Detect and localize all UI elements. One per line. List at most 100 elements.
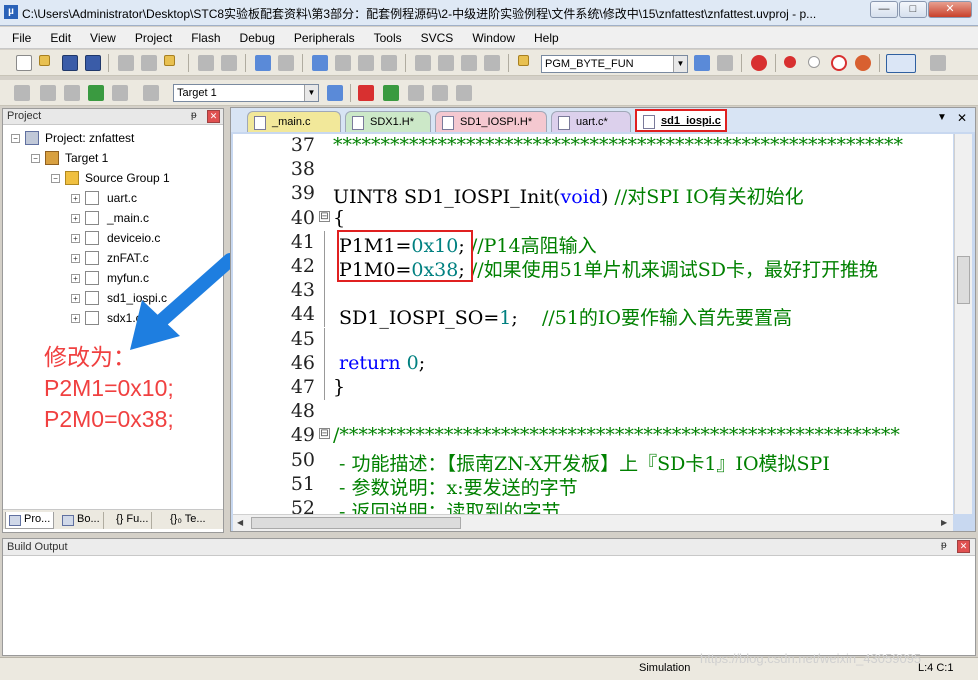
build-output-text[interactable] [3, 557, 975, 655]
comment-icon[interactable] [461, 55, 477, 71]
tab-functions[interactable]: {} Fu... [110, 512, 153, 529]
menu-peripherals[interactable]: Peripherals [282, 27, 362, 45]
tab-project[interactable]: Pro... [5, 512, 55, 529]
window-layout-icon[interactable] [886, 54, 916, 73]
fold-toggle-icon[interactable]: ⊟ [319, 210, 330, 222]
manage-run-time-icon[interactable] [408, 85, 424, 101]
redo-icon[interactable] [221, 55, 237, 71]
find-in-files-icon[interactable] [518, 55, 529, 66]
scroll-right-icon[interactable]: ▶ [941, 518, 947, 527]
maximize-button[interactable]: □ [899, 1, 927, 18]
code-line[interactable]: 45 [233, 327, 953, 352]
tree-target[interactable]: Target 1 [65, 151, 108, 165]
expand-icon[interactable]: + [71, 214, 80, 223]
code-line[interactable]: 43 [233, 279, 953, 304]
pin-icon[interactable]: ᵽ [191, 110, 197, 121]
undo-icon[interactable] [198, 55, 214, 71]
download-icon[interactable] [143, 85, 159, 101]
scroll-thumb[interactable] [957, 256, 970, 304]
collapse-icon[interactable]: − [51, 174, 60, 183]
expand-icon[interactable]: + [71, 194, 80, 203]
expand-icon[interactable]: + [71, 294, 80, 303]
close-tab-icon[interactable]: ✕ [957, 111, 967, 125]
chevron-down-icon[interactable]: ▼ [673, 56, 687, 72]
disable-breakpoint-icon[interactable] [808, 56, 820, 68]
uncomment-icon[interactable] [484, 55, 500, 71]
code-line[interactable]: 48 [233, 400, 953, 424]
pack-installer-icon[interactable] [456, 85, 472, 101]
prev-bookmark-icon[interactable] [335, 55, 351, 71]
editor-vertical-scrollbar[interactable] [954, 134, 972, 514]
collapse-icon[interactable]: − [11, 134, 20, 143]
save-icon[interactable] [62, 55, 78, 71]
code-line[interactable]: 51 - 参数说明：x:要发送的字节 [233, 473, 953, 499]
debug-session-icon[interactable] [751, 55, 767, 71]
indent-icon[interactable] [415, 55, 431, 71]
code-line[interactable]: 37 **************************************… [233, 134, 953, 158]
target-combo[interactable]: Target 1 ▼ [173, 84, 319, 102]
manage-components-icon[interactable] [358, 85, 374, 101]
clear-bookmarks-icon[interactable] [381, 55, 397, 71]
nav-forward-icon[interactable] [278, 55, 294, 71]
editor-horizontal-scrollbar[interactable]: ◀ ▶ [233, 514, 953, 531]
minimize-button[interactable]: — [870, 1, 898, 18]
enable-all-breakpoints-icon[interactable] [855, 55, 871, 71]
open-file-icon[interactable] [39, 55, 50, 66]
file-tab[interactable]: _main.c [247, 111, 341, 132]
close-icon[interactable]: ✕ [207, 110, 220, 123]
select-packs-icon[interactable] [383, 85, 399, 101]
nav-back-icon[interactable] [255, 55, 271, 71]
pin-icon[interactable]: ᵽ [941, 540, 947, 551]
code-line[interactable]: 44 SD1_IOSPI_SO=1; //51的IO要作输入首先要置高 [233, 303, 953, 329]
code-line[interactable]: 39 UINT8 SD1_IOSPI_Init(void) //对SPI IO有关… [233, 182, 953, 208]
scroll-left-icon[interactable]: ◀ [237, 518, 243, 527]
bookmark-icon[interactable] [312, 55, 328, 71]
batch-build-icon[interactable] [88, 85, 104, 101]
scroll-thumb[interactable] [251, 517, 461, 529]
menu-help[interactable]: Help [522, 27, 566, 45]
close-button[interactable]: ✕ [928, 1, 972, 18]
save-all-icon[interactable] [85, 55, 101, 71]
menu-edit[interactable]: Edit [38, 27, 78, 45]
target-options-icon[interactable] [327, 85, 343, 101]
cut-icon[interactable] [118, 55, 134, 71]
find-combo[interactable]: PGM_BYTE_FUN ▼ [541, 55, 688, 73]
menu-window[interactable]: Window [460, 27, 522, 45]
chevron-down-icon[interactable]: ▼ [304, 85, 318, 101]
code-line[interactable]: 47} [233, 376, 953, 400]
code-line[interactable]: 50 - 功能描述：【振南ZN-X开发板】上『SD卡1』IO模拟SPI [233, 449, 953, 475]
file-tab[interactable]: SDX1.H* [345, 111, 431, 132]
tab-books[interactable]: Bo... [59, 512, 104, 529]
incremental-find-icon[interactable] [694, 55, 710, 71]
fold-toggle-icon[interactable]: ⊟ [319, 428, 330, 440]
rte-icon[interactable] [432, 85, 448, 101]
expand-icon[interactable]: + [71, 314, 80, 323]
file-tab[interactable]: sd1_iospi.c [635, 109, 727, 132]
tree-project[interactable]: Project: znfattest [45, 131, 134, 145]
tab-templates[interactable]: {}₀ Te... [164, 512, 209, 529]
translate-icon[interactable] [14, 85, 30, 101]
tree-file-main[interactable]: _main.c [107, 211, 149, 225]
find-icon[interactable] [717, 55, 733, 71]
tree-file-deviceio[interactable]: deviceio.c [107, 231, 160, 245]
tab-list-icon[interactable]: ▼ [937, 112, 947, 123]
copy-icon[interactable] [141, 55, 157, 71]
configure-icon[interactable] [930, 55, 946, 71]
unindent-icon[interactable] [438, 55, 454, 71]
new-file-icon[interactable] [16, 55, 32, 71]
code-line[interactable]: 40 ⊟{ [233, 207, 953, 231]
rebuild-icon[interactable] [64, 85, 80, 101]
breakpoint-icon[interactable] [784, 56, 796, 68]
code-line[interactable]: 38 [233, 158, 953, 182]
stop-build-icon[interactable] [112, 85, 128, 101]
next-bookmark-icon[interactable] [358, 55, 374, 71]
kill-breakpoints-icon[interactable] [831, 55, 847, 71]
paste-icon[interactable] [164, 55, 175, 66]
menu-tools[interactable]: Tools [362, 27, 409, 45]
expand-icon[interactable]: + [71, 234, 80, 243]
menu-flash[interactable]: Flash [179, 27, 227, 45]
code-editor[interactable]: 37 **************************************… [233, 134, 953, 514]
code-line[interactable]: 49 ⊟/************************************… [233, 424, 953, 448]
menu-file[interactable]: File [0, 27, 38, 45]
menu-debug[interactable]: Debug [228, 27, 282, 45]
